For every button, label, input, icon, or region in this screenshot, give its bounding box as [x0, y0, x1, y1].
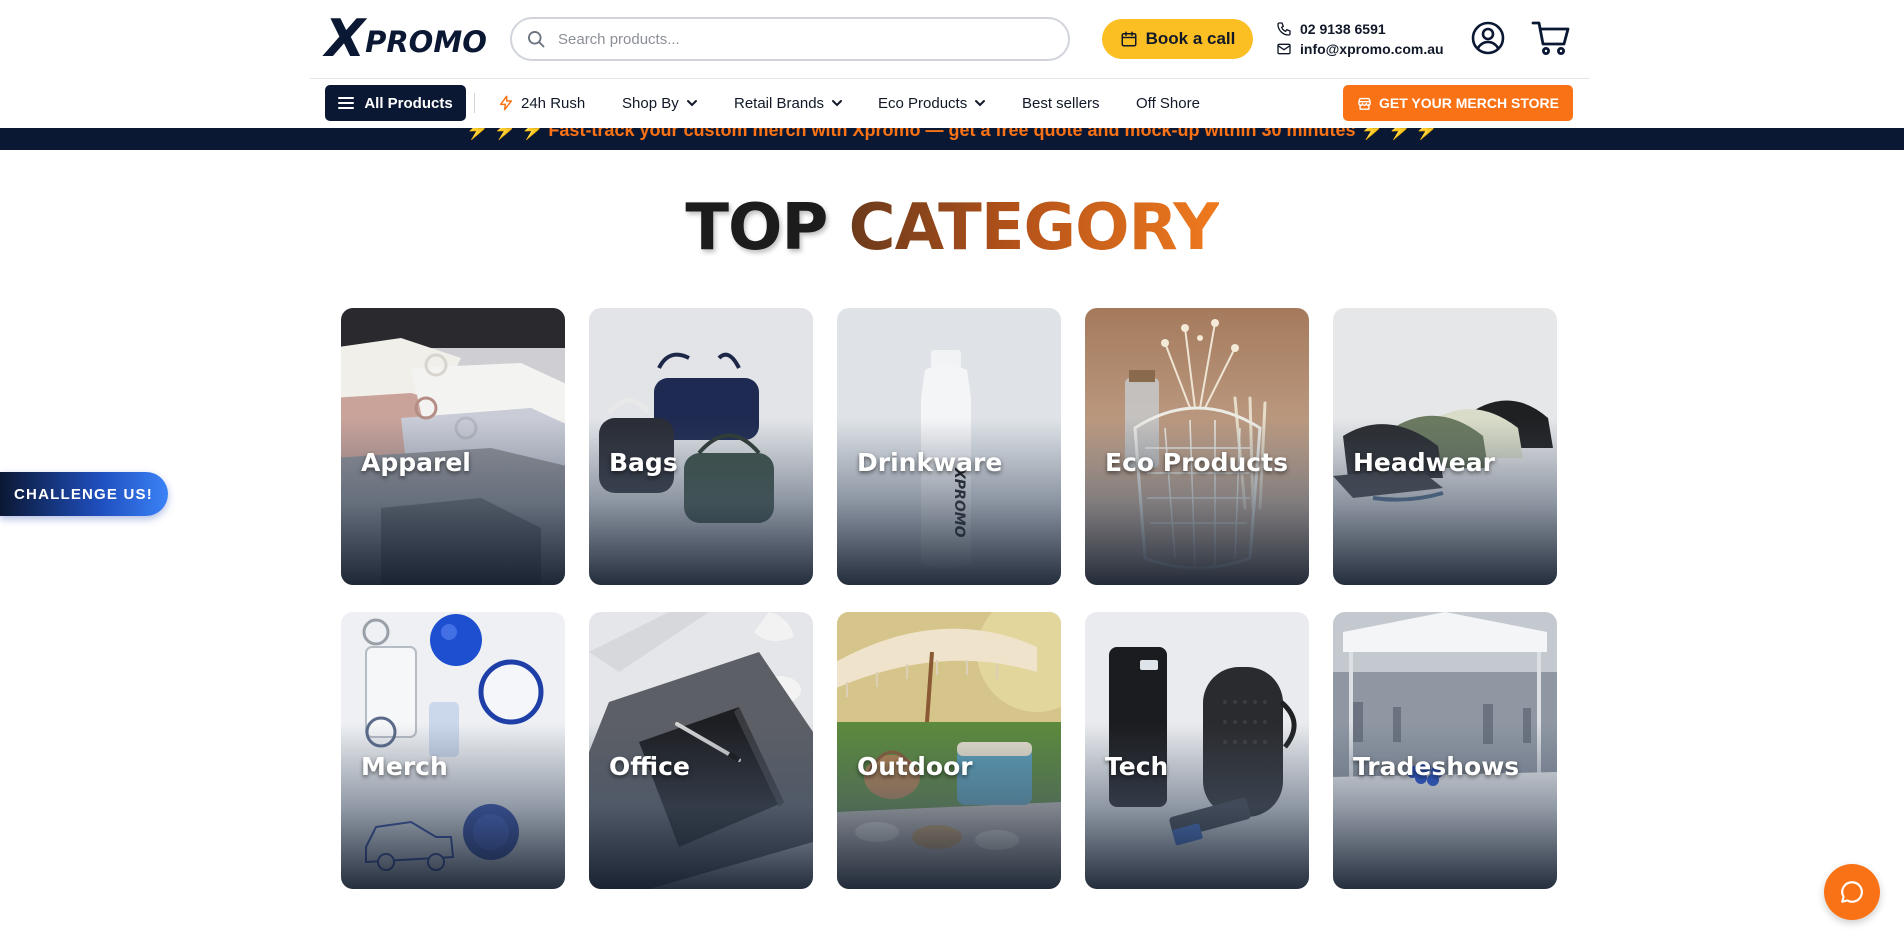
- chevron-down-icon: [975, 100, 986, 107]
- challenge-us-button[interactable]: CHALLENGE US!: [0, 472, 168, 516]
- nav-item-retail-brands[interactable]: Retail Brands: [734, 85, 843, 121]
- chat-button[interactable]: [1824, 864, 1880, 920]
- all-products-button[interactable]: All Products: [325, 85, 466, 121]
- category-card-outdoor[interactable]: Outdoor: [837, 612, 1061, 889]
- challenge-us-label: CHALLENGE US!: [14, 485, 153, 503]
- category-label: Bags: [609, 448, 678, 477]
- category-card-headwear[interactable]: Headwear: [1333, 308, 1557, 585]
- category-card-bags[interactable]: Bags: [589, 308, 813, 585]
- category-label: Drinkware: [857, 448, 1003, 477]
- book-call-button[interactable]: Book a call: [1102, 19, 1253, 59]
- category-label: Apparel: [361, 448, 471, 477]
- category-card-tech[interactable]: Tech: [1085, 612, 1309, 889]
- search-bar[interactable]: [510, 17, 1070, 61]
- xpromo-logo[interactable]: X PROMO: [325, 9, 487, 69]
- category-label: Headwear: [1353, 448, 1495, 477]
- card-shade: [1333, 612, 1557, 889]
- book-call-label: Book a call: [1145, 29, 1236, 48]
- category-label: Tradeshows: [1353, 752, 1520, 781]
- category-label: Office: [609, 752, 690, 781]
- category-card-eco-products[interactable]: Eco Products: [1085, 308, 1309, 585]
- category-label: Tech: [1105, 752, 1169, 781]
- phone-row[interactable]: 02 9138 6591: [1276, 19, 1444, 39]
- announcement-text: ⚡ ⚡ ⚡ Fast-track your custom merch with …: [466, 128, 1438, 140]
- all-products-label: All Products: [364, 94, 453, 112]
- phone-number: 02 9138 6591: [1300, 21, 1386, 37]
- mail-icon: [1277, 43, 1291, 55]
- announcement-bar: ⚡ ⚡ ⚡ Fast-track your custom merch with …: [0, 128, 1904, 150]
- section-title-part2: CATEGORY: [848, 191, 1220, 265]
- category-card-drinkware[interactable]: XPROMO Drinkware: [837, 308, 1061, 585]
- category-label: Outdoor: [857, 752, 973, 781]
- card-shade: [341, 612, 565, 889]
- category-card-tradeshows[interactable]: Tradeshows: [1333, 612, 1557, 889]
- menu-icon: [338, 97, 355, 109]
- nav-item-label: 24h Rush: [521, 94, 586, 112]
- cart-icon: [1531, 21, 1570, 55]
- calendar-icon: [1121, 31, 1137, 47]
- logo-x: X: [325, 9, 365, 69]
- merch-store-label: GET YOUR MERCH STORE: [1379, 95, 1559, 111]
- card-shade: [589, 612, 813, 889]
- nav-item-label: Eco Products: [878, 94, 968, 112]
- nav-item-label: Retail Brands: [734, 94, 825, 112]
- nav-item-label: Shop By: [622, 94, 679, 112]
- lightning-icon: [499, 95, 513, 111]
- phone-icon: [1277, 22, 1291, 36]
- card-shade: [1333, 308, 1557, 585]
- chevron-down-icon: [832, 100, 843, 107]
- card-shade: [837, 612, 1061, 889]
- cart-button[interactable]: [1530, 18, 1572, 58]
- search-icon: [528, 31, 545, 48]
- nav-item-24h-rush[interactable]: 24h Rush: [498, 85, 585, 121]
- card-shade: [1085, 612, 1309, 889]
- nav-item-off-shore[interactable]: Off Shore: [1136, 85, 1200, 121]
- section-title: TOP CATEGORY: [0, 188, 1904, 268]
- card-shade: [589, 308, 813, 585]
- nav-item-eco-products[interactable]: Eco Products: [878, 85, 986, 121]
- header-divider: [310, 78, 1590, 79]
- email-row[interactable]: info@xpromo.com.au: [1276, 39, 1444, 59]
- card-shade: [837, 308, 1061, 585]
- chat-bubble-icon: [1841, 881, 1863, 903]
- contact-info: 02 9138 6591 info@xpromo.com.au: [1276, 19, 1444, 59]
- store-icon: [1358, 97, 1371, 110]
- main-nav: All Products 24h Rush Shop By Retail Bra…: [310, 85, 1590, 121]
- category-card-merch[interactable]: Merch: [341, 612, 565, 889]
- category-card-office[interactable]: Office: [589, 612, 813, 889]
- nav-item-best-sellers[interactable]: Best sellers: [1022, 85, 1100, 121]
- category-label: Eco Products: [1105, 448, 1288, 477]
- nav-item-label: Best sellers: [1022, 94, 1100, 112]
- site-header: X PROMO Book a call 02 9138 6591 info@xp…: [310, 0, 1590, 78]
- logo-text: PROMO: [365, 25, 487, 59]
- email-address: info@xpromo.com.au: [1300, 41, 1444, 57]
- search-input[interactable]: [558, 30, 1038, 48]
- section-title-part1: TOP: [685, 191, 828, 265]
- user-icon: [1471, 21, 1505, 55]
- category-card-apparel[interactable]: Apparel: [341, 308, 565, 585]
- card-shade: [1085, 308, 1309, 585]
- nav-divider: [474, 93, 475, 113]
- merch-store-button[interactable]: GET YOUR MERCH STORE: [1343, 85, 1573, 121]
- category-label: Merch: [361, 752, 448, 781]
- nav-item-shop-by[interactable]: Shop By: [622, 85, 698, 121]
- nav-item-label: Off Shore: [1136, 94, 1200, 112]
- card-shade: [341, 308, 565, 585]
- account-button[interactable]: [1470, 20, 1506, 56]
- chevron-down-icon: [686, 100, 697, 107]
